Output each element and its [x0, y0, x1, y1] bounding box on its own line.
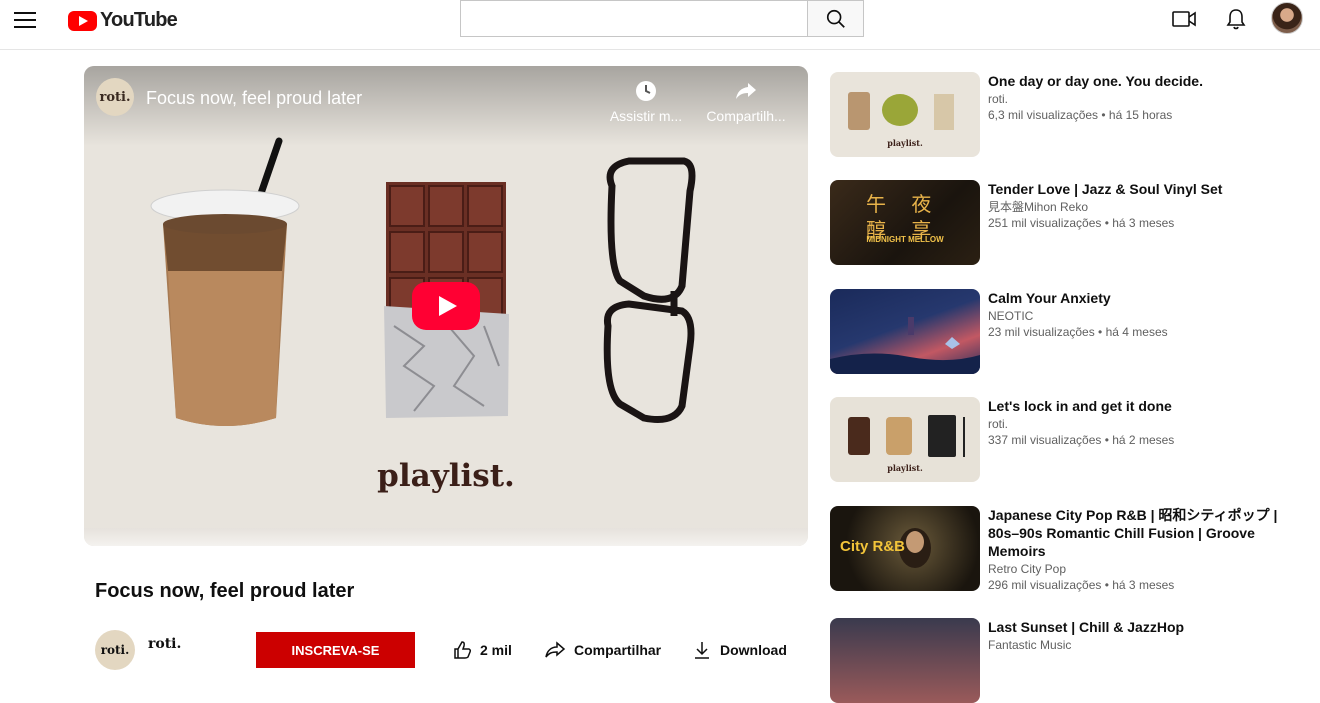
recommended-video-title: Calm Your Anxiety [988, 290, 1111, 306]
recommended-video-channel: roti. [988, 92, 1009, 106]
top-bar: YouTube [0, 0, 1320, 50]
recommended-video[interactable]: playlist. Let's lock in and get it done … [830, 397, 1280, 482]
create-video-icon[interactable] [1171, 6, 1197, 32]
video-thumbnail: playlist. [830, 397, 980, 482]
recommended-video[interactable]: City R&B Japanese City Pop R&B | 昭和シティポッ… [830, 506, 1280, 593]
recommended-video-title: Japanese City Pop R&B | 昭和シティポップ | 80s–9… [988, 507, 1278, 559]
notifications-icon[interactable] [1223, 6, 1249, 32]
thumbnail-text: playlist. [887, 463, 923, 473]
menu-icon[interactable] [14, 12, 36, 28]
video-thumbnail: City R&B [830, 506, 980, 591]
subscribe-button[interactable]: INSCREVA-SE [256, 632, 415, 668]
share-arrow-icon [736, 83, 756, 99]
recommended-video-meta: 337 mil visualizações • há 2 meses [988, 433, 1175, 447]
recommended-video-channel: NEOTIC [988, 309, 1034, 323]
download-label: Download [720, 642, 787, 658]
recommended-video-channel: Retro City Pop [988, 562, 1067, 576]
share-label: Compartilhar [574, 642, 662, 658]
video-thumbnail: 午 夜 醇 享 MIDNIGHT MELLOW [830, 180, 980, 265]
download-icon [695, 642, 709, 659]
youtube-play-icon [68, 10, 97, 31]
channel-avatar[interactable]: roti. [95, 630, 135, 670]
thumbnail-caption: playlist. [377, 458, 515, 494]
recommended-video[interactable]: 午 夜 醇 享 MIDNIGHT MELLOW Tender Love | Ja… [830, 180, 1280, 265]
thumbnail-text: City R&B [840, 538, 906, 555]
search-icon [826, 9, 845, 28]
recommended-video-meta: 296 mil visualizações • há 3 meses [988, 578, 1175, 592]
recommended-video[interactable]: playlist. One day or day one. You decide… [830, 72, 1280, 157]
video-thumbnail [830, 618, 980, 703]
recommended-video-meta: 6,3 mil visualizações • há 15 horas [988, 108, 1173, 122]
thumbs-up-icon [454, 641, 472, 659]
thumbnail-text: MIDNIGHT MELLOW [866, 235, 944, 244]
recommended-video-title: Last Sunset | Chill & JazzHop [988, 619, 1185, 635]
share-button[interactable]: Compartilhar [544, 640, 661, 660]
video-title: Focus now, feel proud later [95, 580, 355, 602]
recommended-video-channel: roti. [988, 417, 1009, 431]
recommended-video-meta: 23 mil visualizações • há 4 meses [988, 325, 1168, 339]
recommended-video[interactable]: Calm Your Anxiety NEOTIC 23 mil visualiz… [830, 289, 1280, 374]
player-bottom-bar [84, 528, 808, 546]
recommended-video-title: One day or day one. You decide. [988, 73, 1203, 89]
player-share-button[interactable]: Compartilh... [704, 78, 788, 124]
recommended-video-title: Let's lock in and get it done [988, 398, 1172, 414]
player-channel-avatar[interactable]: roti. [96, 78, 134, 116]
account-avatar[interactable] [1271, 2, 1303, 34]
video-player[interactable]: roti. Focus now, feel proud later Assist… [84, 66, 808, 546]
share-icon [545, 641, 566, 658]
recommended-video-title: Tender Love | Jazz & Soul Vinyl Set [988, 181, 1223, 197]
logo-text: YouTube [100, 9, 178, 31]
search-input[interactable] [460, 0, 808, 37]
recommended-video-channel: Fantastic Music [988, 638, 1072, 652]
search-button[interactable] [807, 0, 864, 37]
recommended-video[interactable]: Last Sunset | Chill & JazzHop Fantastic … [830, 618, 1280, 703]
video-thumbnail [830, 289, 980, 374]
recommended-video-meta: 251 mil visualizações • há 3 meses [988, 216, 1175, 230]
player-share-label: Compartilh... [706, 108, 786, 124]
watch-later-label: Assistir m... [609, 108, 683, 124]
youtube-logo[interactable]: YouTube [68, 9, 178, 32]
recommended-video-channel: 見本盤Mihon Reko [988, 200, 1089, 214]
like-count: 2 mil [480, 642, 512, 658]
clock-icon [636, 81, 656, 101]
like-button[interactable]: 2 mil [452, 640, 512, 660]
watch-later-button[interactable]: Assistir m... [604, 78, 688, 124]
channel-name[interactable]: roti. [148, 636, 181, 652]
play-button[interactable] [412, 282, 480, 330]
video-thumbnail: playlist. [830, 72, 980, 157]
thumbnail-text: playlist. [887, 138, 923, 148]
download-button[interactable]: Download [692, 640, 787, 660]
player-title[interactable]: Focus now, feel proud later [146, 88, 362, 109]
